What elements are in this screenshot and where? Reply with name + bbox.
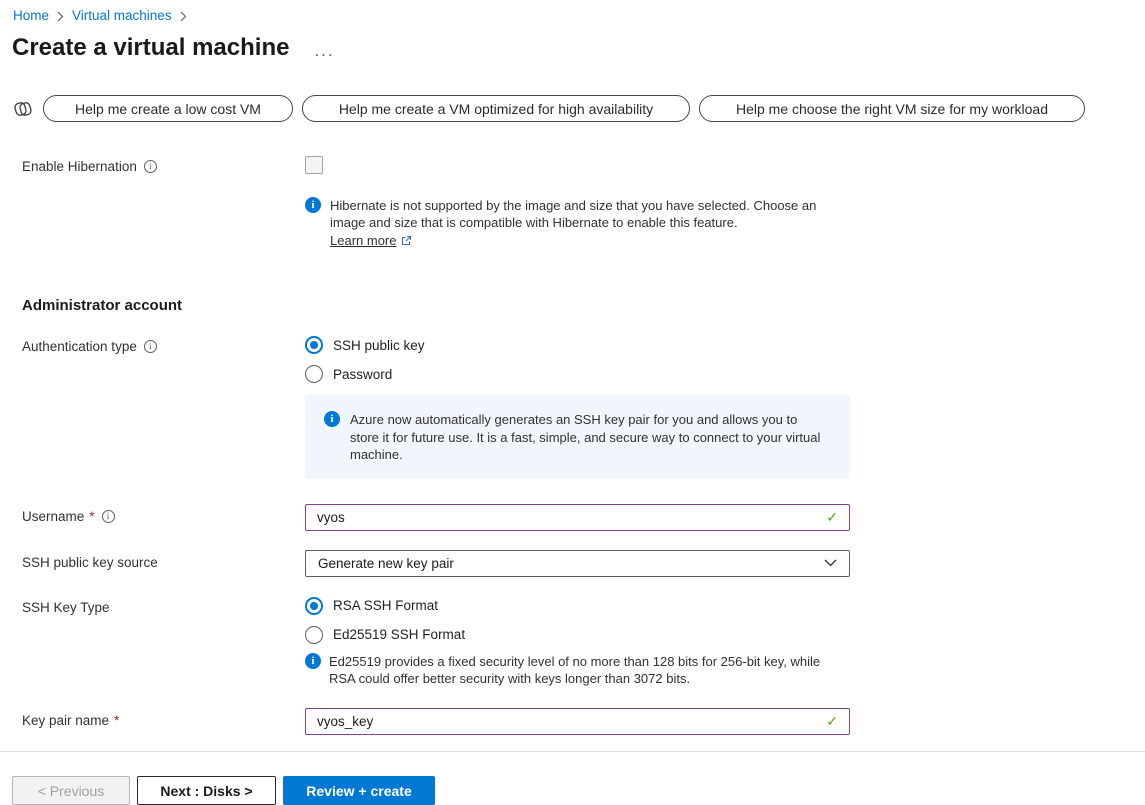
- key-pair-name-label: Key pair name: [22, 713, 109, 728]
- copilot-suggestion-bar: Help me create a low cost VM Help me cre…: [12, 95, 1145, 122]
- more-options-button[interactable]: ...: [314, 46, 334, 56]
- learn-more-link[interactable]: Learn more: [330, 232, 396, 249]
- radio-ssh-public-key-label: SSH public key: [333, 338, 425, 353]
- external-link-icon: [401, 235, 412, 246]
- radio-unselected-icon: [305, 365, 323, 383]
- ssh-keypair-info-box: i Azure now automatically generates an S…: [305, 395, 850, 478]
- radio-password[interactable]: Password: [305, 365, 850, 383]
- info-icon: i: [305, 653, 321, 669]
- ssh-key-source-value: Generate new key pair: [318, 556, 454, 571]
- radio-rsa-ssh-format[interactable]: RSA SSH Format: [305, 597, 850, 615]
- radio-selected-icon: [305, 336, 323, 354]
- info-icon: i: [324, 411, 340, 427]
- key-pair-name-input[interactable]: [317, 714, 818, 729]
- wizard-footer: < Previous Next : Disks > Review + creat…: [12, 776, 1145, 805]
- footer-divider: [0, 751, 1145, 752]
- breadcrumb: Home Virtual machines: [0, 0, 1145, 23]
- info-icon[interactable]: i: [144, 340, 157, 353]
- radio-ed25519-label: Ed25519 SSH Format: [333, 627, 465, 642]
- breadcrumb-link-virtual-machines[interactable]: Virtual machines: [72, 8, 172, 23]
- chevron-right-icon: [180, 11, 187, 22]
- authentication-type-radio-group: SSH public key Password: [305, 334, 850, 383]
- required-marker: *: [114, 713, 119, 728]
- hibernation-info-message: i Hibernate is not supported by the imag…: [305, 197, 1145, 249]
- hibernation-info-text: Hibernate is not supported by the image …: [330, 198, 816, 230]
- radio-rsa-label: RSA SSH Format: [333, 598, 438, 613]
- username-input-wrapper: ✓: [305, 504, 850, 531]
- ssh-key-type-note-text: Ed25519 provides a fixed security level …: [329, 653, 829, 687]
- required-marker: *: [89, 509, 94, 524]
- ssh-key-source-select[interactable]: Generate new key pair: [305, 550, 850, 577]
- authentication-type-label: Authentication type: [22, 339, 137, 354]
- key-pair-name-input-wrapper: ✓: [305, 708, 850, 735]
- previous-button[interactable]: < Previous: [12, 776, 130, 805]
- next-disks-button[interactable]: Next : Disks >: [137, 776, 276, 805]
- enable-hibernation-checkbox[interactable]: [305, 156, 323, 174]
- copilot-suggestion-low-cost-vm[interactable]: Help me create a low cost VM: [43, 95, 293, 122]
- ssh-key-type-note: i Ed25519 provides a fixed security leve…: [305, 653, 1145, 687]
- enable-hibernation-label: Enable Hibernation: [22, 159, 137, 174]
- username-label: Username: [22, 509, 84, 524]
- chevron-down-icon: [824, 559, 837, 567]
- username-input[interactable]: [317, 510, 818, 525]
- ssh-key-type-radio-group: RSA SSH Format Ed25519 SSH Format: [305, 595, 850, 644]
- info-icon[interactable]: i: [102, 510, 115, 523]
- radio-password-label: Password: [333, 367, 392, 382]
- page-title: Create a virtual machine: [12, 34, 289, 62]
- ssh-keypair-info-text: Azure now automatically generates an SSH…: [350, 411, 826, 462]
- administrator-account-heading: Administrator account: [22, 297, 1145, 314]
- chevron-right-icon: [57, 11, 64, 22]
- radio-ed25519-ssh-format[interactable]: Ed25519 SSH Format: [305, 626, 850, 644]
- valid-check-icon: ✓: [826, 509, 838, 526]
- ssh-key-type-label: SSH Key Type: [22, 600, 110, 615]
- ssh-key-source-label: SSH public key source: [22, 555, 158, 570]
- radio-ssh-public-key[interactable]: SSH public key: [305, 336, 850, 354]
- radio-unselected-icon: [305, 626, 323, 644]
- radio-selected-icon: [305, 597, 323, 615]
- info-icon[interactable]: i: [144, 160, 157, 173]
- copilot-suggestion-high-availability[interactable]: Help me create a VM optimized for high a…: [302, 95, 690, 122]
- copilot-suggestion-vm-size[interactable]: Help me choose the right VM size for my …: [699, 95, 1085, 122]
- info-icon: i: [305, 197, 321, 213]
- review-create-button[interactable]: Review + create: [283, 776, 435, 805]
- breadcrumb-link-home[interactable]: Home: [13, 8, 49, 23]
- copilot-icon: [12, 98, 34, 120]
- valid-check-icon: ✓: [826, 713, 838, 730]
